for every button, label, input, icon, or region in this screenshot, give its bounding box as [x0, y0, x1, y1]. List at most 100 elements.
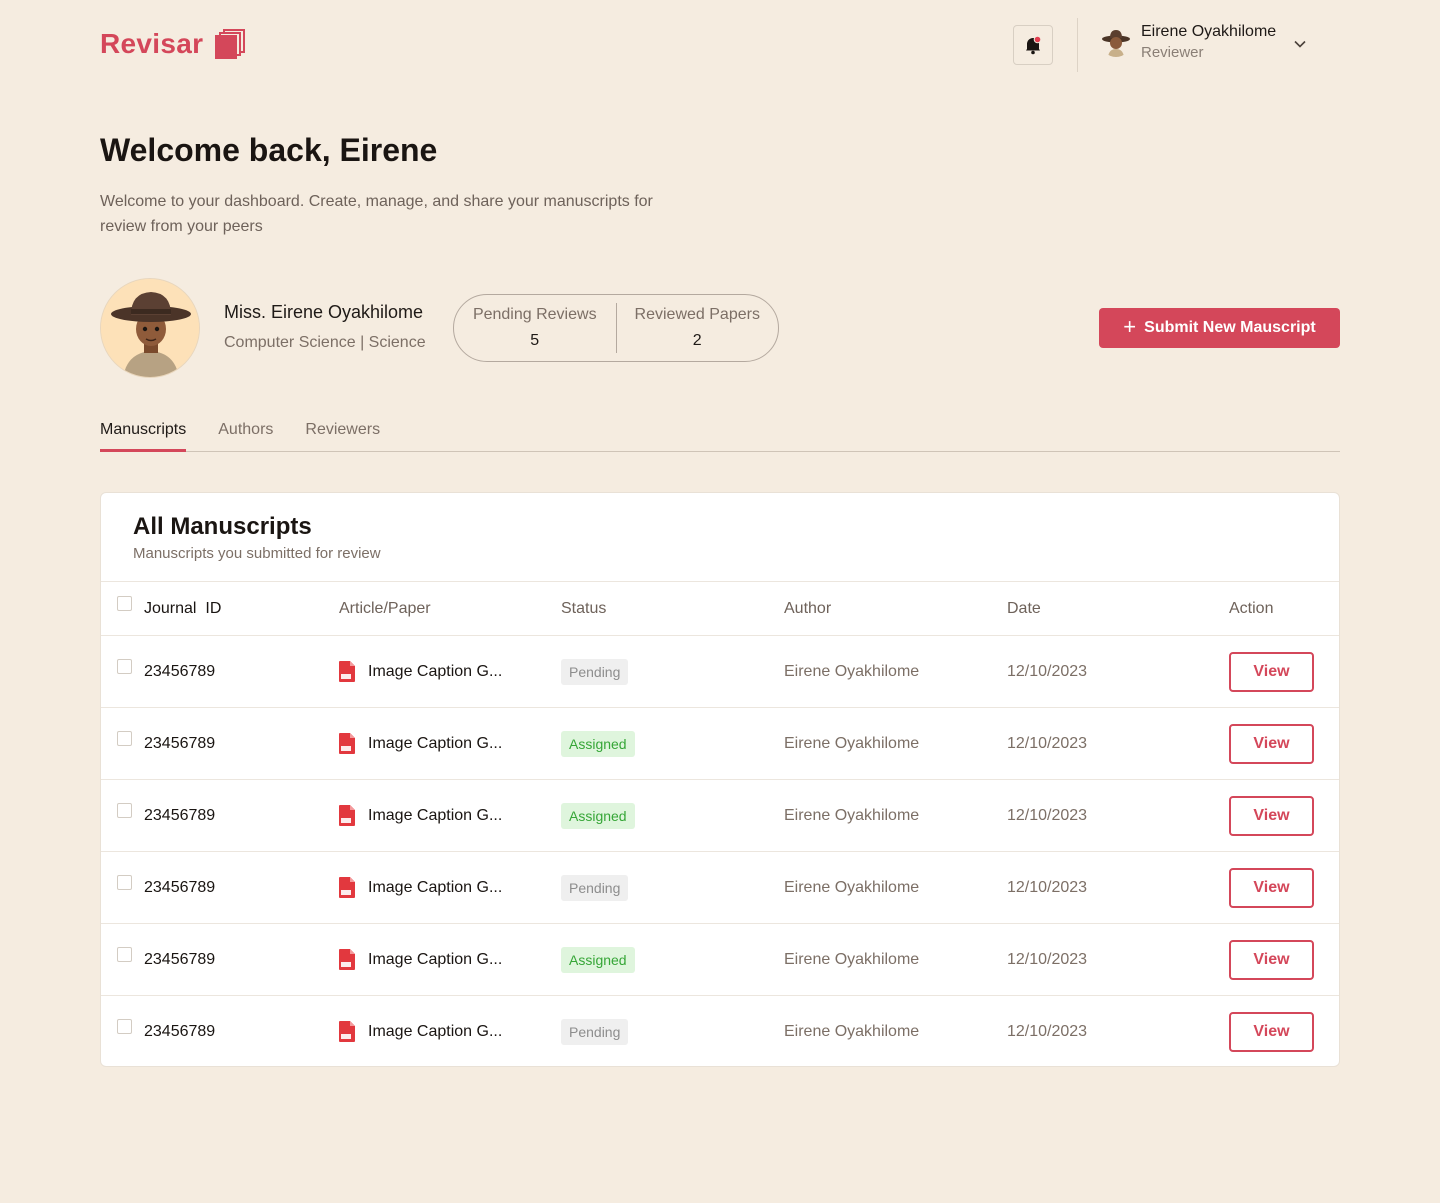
view-button[interactable]: View [1229, 867, 1314, 908]
pdf-file-icon [339, 1021, 355, 1042]
view-button[interactable]: View [1229, 651, 1314, 692]
journal-id: 23456789 [144, 878, 216, 896]
journal-id: 23456789 [144, 1022, 216, 1040]
status-badge: Assigned [561, 802, 635, 829]
status-badge: Assigned [561, 730, 635, 757]
card-title: All Manuscripts [133, 513, 312, 540]
submission-date: 12/10/2023 [1007, 734, 1088, 752]
user-role: Reviewer [1141, 44, 1204, 61]
row-checkbox[interactable] [117, 803, 132, 818]
tab-bar: Manuscripts Authors Reviewers [100, 418, 1340, 452]
notification-button[interactable] [1013, 25, 1053, 65]
manuscripts-card: All Manuscripts Manuscripts you submitte… [100, 492, 1340, 1067]
author-name: Eirene Oyakhilome [784, 662, 920, 680]
article-title: Image Caption G... [368, 950, 503, 968]
journal-id: 23456789 [144, 734, 216, 752]
stat-reviewed-papers: Reviewed Papers 2 [617, 295, 779, 361]
article-title: Image Caption G... [368, 806, 503, 824]
stat-label: Reviewed Papers [634, 306, 760, 323]
row-checkbox[interactable] [117, 731, 132, 746]
author-name: Eirene Oyakhilome [784, 1022, 920, 1040]
column-header: Status [561, 599, 607, 617]
pdf-file-icon [339, 805, 355, 826]
journal-id: 23456789 [144, 662, 216, 680]
table-header: Journal ID Article/Paper Status Author D… [101, 581, 1339, 635]
column-header: Article/Paper [339, 599, 431, 617]
view-button[interactable]: View [1229, 723, 1314, 764]
journal-id: 23456789 [144, 806, 216, 824]
user-menu[interactable]: Eirene Oyakhilome Reviewer [1101, 23, 1276, 61]
pdf-file-icon [339, 733, 355, 754]
submission-date: 12/10/2023 [1007, 878, 1088, 896]
stat-pending-reviews: Pending Reviews 5 [454, 295, 616, 361]
author-name: Eirene Oyakhilome [784, 806, 920, 824]
table-row: 23456789 Image Caption G... Pending Eire… [101, 851, 1339, 923]
card-subtitle: Manuscripts you submitted for review [133, 545, 381, 562]
table-row: 23456789 Image Caption G... Assigned Eir… [101, 707, 1339, 779]
article-title: Image Caption G... [368, 734, 503, 752]
submit-manuscript-label: Submit New Mauscript [1144, 319, 1316, 336]
row-checkbox[interactable] [117, 875, 132, 890]
column-header: Date [1007, 599, 1041, 617]
author-name: Eirene Oyakhilome [784, 878, 920, 896]
column-header: Journal ID [144, 599, 222, 617]
pdf-file-icon [339, 949, 355, 970]
submission-date: 12/10/2023 [1007, 662, 1088, 680]
view-button[interactable]: View [1229, 1011, 1314, 1052]
view-button[interactable]: View [1229, 795, 1314, 836]
stat-value: 2 [692, 332, 702, 349]
row-checkbox[interactable] [117, 947, 132, 962]
manuscripts-table: Journal ID Article/Paper Status Author D… [101, 581, 1339, 1066]
stacked-pages-icon [215, 29, 246, 59]
stat-value: 5 [530, 332, 540, 349]
article-cell[interactable]: Image Caption G... [339, 852, 502, 923]
brand[interactable]: Revisar [100, 28, 246, 60]
status-badge: Pending [561, 874, 629, 901]
submit-manuscript-button[interactable]: + Submit New Mauscript [1099, 308, 1340, 348]
pdf-file-icon [339, 661, 355, 682]
journal-id: 23456789 [144, 950, 216, 968]
article-title: Image Caption G... [368, 662, 503, 680]
page-title: Welcome back, Eirene [100, 132, 438, 168]
view-button[interactable]: View [1229, 939, 1314, 980]
submission-date: 12/10/2023 [1007, 806, 1088, 824]
stat-label: Pending Reviews [472, 306, 597, 323]
table-row: 23456789 Image Caption G... Pending Eire… [101, 635, 1339, 707]
column-header: Author [784, 599, 832, 617]
select-all-checkbox[interactable] [117, 596, 132, 611]
user-name: Eirene Oyakhilome [1141, 23, 1277, 40]
pdf-file-icon [339, 877, 355, 898]
row-checkbox[interactable] [117, 659, 132, 674]
table-row: 23456789 Image Caption G... Pending Eire… [101, 995, 1339, 1066]
header-divider [1077, 18, 1078, 72]
row-checkbox[interactable] [117, 1019, 132, 1034]
profile-avatar [100, 278, 200, 378]
stats-summary: Pending Reviews 5 Reviewed Papers 2 [453, 294, 779, 362]
brand-name: Revisar [100, 28, 204, 59]
article-cell[interactable]: Image Caption G... [339, 996, 503, 1066]
tab-reviewers[interactable]: Reviewers [305, 418, 380, 451]
article-title: Image Caption G... [368, 1022, 503, 1040]
tab-manuscripts[interactable]: Manuscripts [100, 418, 187, 452]
submission-date: 12/10/2023 [1007, 1022, 1088, 1040]
tab-authors[interactable]: Authors [218, 418, 273, 451]
table-row: 23456789 Image Caption G... Assigned Eir… [101, 779, 1339, 851]
bell-icon [1026, 35, 1042, 55]
table-row: 23456789 Image Caption G... Assigned Eir… [101, 923, 1339, 995]
article-cell[interactable]: Image Caption G... [339, 636, 502, 707]
status-badge: Assigned [561, 946, 635, 973]
article-cell[interactable]: Image Caption G... [339, 708, 502, 779]
avatar [1101, 27, 1131, 57]
page-subtitle: Welcome to your dashboard. Create, manag… [100, 193, 653, 235]
author-name: Eirene Oyakhilome [784, 950, 920, 968]
article-cell[interactable]: Image Caption G... [339, 924, 502, 995]
author-name: Eirene Oyakhilome [784, 734, 920, 752]
profile-name: Miss. Eirene Oyakhilome [224, 302, 424, 322]
chevron-down-icon[interactable] [1292, 36, 1308, 52]
status-badge: Pending [561, 658, 629, 685]
article-cell[interactable]: Image Caption G... [339, 780, 502, 851]
column-header: Action [1229, 599, 1274, 617]
submission-date: 12/10/2023 [1007, 950, 1088, 968]
profile-department: Computer Science | Science [224, 334, 426, 351]
article-title: Image Caption G... [368, 878, 503, 896]
